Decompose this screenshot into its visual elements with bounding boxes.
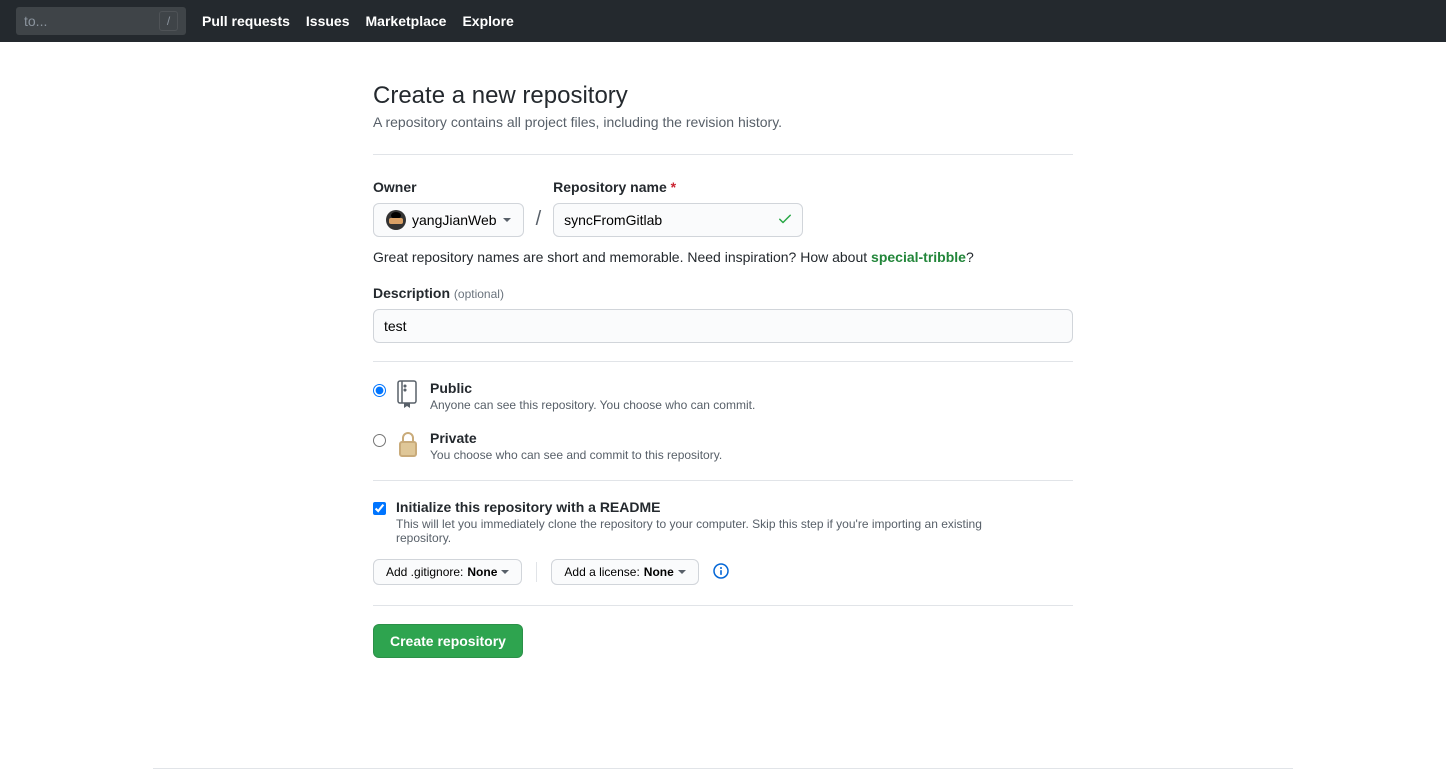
divider <box>373 605 1073 606</box>
gitignore-select[interactable]: Add .gitignore: None <box>373 559 522 585</box>
public-desc: Anyone can see this repository. You choo… <box>430 398 1073 412</box>
owner-name: yangJianWeb <box>412 212 497 228</box>
license-select[interactable]: Add a license: None <box>551 559 698 585</box>
suggestion-link[interactable]: special-tribble <box>871 249 966 265</box>
search-placeholder: to... <box>24 13 159 29</box>
nav-issues[interactable]: Issues <box>306 13 350 29</box>
divider <box>373 480 1073 481</box>
name-hint: Great repository names are short and mem… <box>373 249 1073 265</box>
vertical-divider <box>536 562 537 582</box>
readme-row: Initialize this repository with a README… <box>373 499 1073 545</box>
slash-separator: / <box>532 208 546 237</box>
visibility-group: Public Anyone can see this repository. Y… <box>373 380 1073 462</box>
search-shortcut-key: / <box>159 11 178 31</box>
chevron-down-icon <box>678 570 686 574</box>
create-repository-button[interactable]: Create repository <box>373 624 523 658</box>
lock-icon <box>396 430 420 461</box>
page-title: Create a new repository <box>373 82 1073 110</box>
options-row: Add .gitignore: None Add a license: None <box>373 559 1073 585</box>
info-icon[interactable] <box>713 563 729 582</box>
private-radio[interactable] <box>373 434 386 447</box>
owner-select[interactable]: yangJianWeb <box>373 203 524 237</box>
public-option: Public Anyone can see this repository. Y… <box>373 380 1073 412</box>
required-asterisk: * <box>671 179 676 195</box>
page-subtitle: A repository contains all project files,… <box>373 114 1073 130</box>
nav-explore[interactable]: Explore <box>462 13 513 29</box>
divider <box>373 361 1073 362</box>
readme-desc: This will let you immediately clone the … <box>396 517 1036 545</box>
repo-input-wrapper <box>553 203 803 237</box>
divider <box>373 154 1073 155</box>
search-input[interactable]: to... / <box>16 7 186 35</box>
owner-label: Owner <box>373 179 524 195</box>
check-icon <box>777 211 793 230</box>
repo-icon <box>396 380 420 411</box>
private-desc: You choose who can see and commit to thi… <box>430 448 1073 462</box>
owner-col: Owner yangJianWeb <box>373 179 524 237</box>
repo-col: Repository name * <box>553 179 803 237</box>
repo-label: Repository name * <box>553 179 803 195</box>
main-content: Create a new repository A repository con… <box>373 42 1073 728</box>
description-input[interactable] <box>373 309 1073 343</box>
optional-label: (optional) <box>454 287 504 301</box>
description-label: Description <box>373 285 450 301</box>
chevron-down-icon <box>503 218 511 222</box>
readme-checkbox[interactable] <box>373 502 386 515</box>
owner-repo-row: Owner yangJianWeb / Repository name * <box>373 179 1073 237</box>
private-title: Private <box>430 430 1073 446</box>
public-title: Public <box>430 380 1073 396</box>
top-header: to... / Pull requests Issues Marketplace… <box>0 0 1446 42</box>
readme-title: Initialize this repository with a README <box>396 499 1036 515</box>
private-option: Private You choose who can see and commi… <box>373 430 1073 462</box>
chevron-down-icon <box>501 570 509 574</box>
top-nav: Pull requests Issues Marketplace Explore <box>202 13 514 29</box>
description-group: Description (optional) <box>373 285 1073 361</box>
nav-marketplace[interactable]: Marketplace <box>366 13 447 29</box>
avatar-icon <box>386 210 406 230</box>
nav-pull-requests[interactable]: Pull requests <box>202 13 290 29</box>
repo-name-input[interactable] <box>553 203 803 237</box>
public-radio[interactable] <box>373 384 386 397</box>
